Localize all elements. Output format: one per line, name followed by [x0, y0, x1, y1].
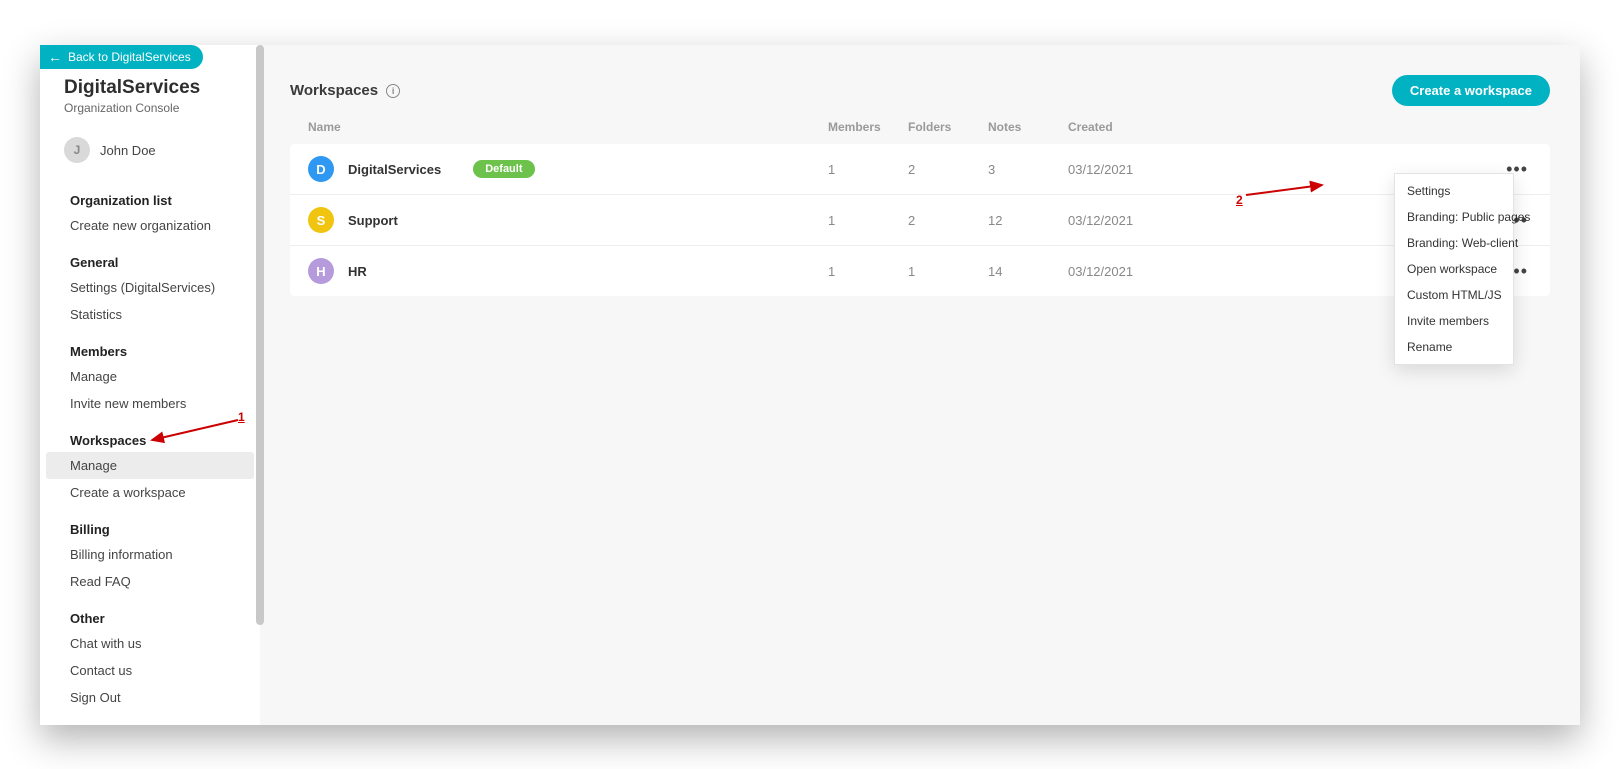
workspace-name: Support [348, 213, 398, 228]
nav-item[interactable]: Manage [46, 452, 254, 479]
created-cell: 03/12/2021 [1068, 213, 1238, 228]
members-cell: 1 [828, 213, 908, 228]
org-name: DigitalServices [64, 77, 246, 99]
workspace-name: HR [348, 264, 367, 279]
back-button-label: Back to DigitalServices [68, 50, 191, 64]
menu-item[interactable]: Settings [1395, 178, 1513, 204]
created-cell: 03/12/2021 [1068, 264, 1238, 279]
col-folders: Folders [908, 120, 988, 134]
name-cell: D DigitalServices Default [308, 156, 828, 182]
arrow-left-icon: ← [48, 50, 62, 64]
table-row[interactable]: DDigitalServicesDefault12303/12/2021••• [290, 144, 1550, 195]
menu-item[interactable]: Branding: Public pages [1395, 204, 1513, 230]
members-cell: 1 [828, 264, 908, 279]
nav-group: BillingBilling informationRead FAQ [46, 516, 254, 595]
main-header: Workspaces i Create a workspace [290, 75, 1550, 106]
nav-heading: Organization list [46, 187, 254, 212]
nav-item[interactable]: Statistics [46, 301, 254, 328]
nav-heading: Members [46, 338, 254, 363]
current-user[interactable]: J John Doe [40, 123, 260, 177]
workspace-avatar: S [308, 207, 334, 233]
col-created: Created [1068, 120, 1238, 134]
workspace-avatar: D [308, 156, 334, 182]
page-title: Workspaces [290, 82, 378, 99]
nav-heading: Billing [46, 516, 254, 541]
folders-cell: 1 [908, 264, 988, 279]
nav-item[interactable]: Sign Out [46, 684, 254, 711]
avatar: J [64, 137, 90, 163]
nav-item[interactable]: Create a workspace [46, 479, 254, 506]
org-header: DigitalServices Organization Console [40, 77, 260, 123]
default-badge: Default [473, 160, 534, 178]
nav-group: Organization listCreate new organization [46, 187, 254, 239]
nav-heading: Other [46, 605, 254, 630]
notes-cell: 14 [988, 264, 1068, 279]
nav-group: GeneralSettings (DigitalServices)Statist… [46, 249, 254, 328]
nav-item[interactable]: Contact us [46, 657, 254, 684]
table-row[interactable]: SSupport121203/12/2021••• [290, 195, 1550, 246]
folders-cell: 2 [908, 162, 988, 177]
org-subtitle: Organization Console [64, 101, 246, 115]
col-notes: Notes [988, 120, 1068, 134]
nav-item[interactable]: Invite new members [46, 390, 254, 417]
menu-item[interactable]: Open workspace [1395, 256, 1513, 282]
folders-cell: 2 [908, 213, 988, 228]
name-cell: H HR [308, 258, 828, 284]
nav-item[interactable]: Settings (DigitalServices) [46, 274, 254, 301]
nav-item[interactable]: Billing information [46, 541, 254, 568]
user-name: John Doe [100, 143, 156, 158]
workspace-name: DigitalServices [348, 162, 441, 177]
col-name: Name [308, 120, 828, 134]
created-cell: 03/12/2021 [1068, 162, 1238, 177]
col-members: Members [828, 120, 908, 134]
info-icon[interactable]: i [386, 84, 400, 98]
table-row[interactable]: HHR111403/12/2021••• [290, 246, 1550, 296]
scrollbar-thumb[interactable] [256, 45, 264, 625]
nav-item[interactable]: Chat with us [46, 630, 254, 657]
sidebar-scrollbar[interactable] [256, 45, 264, 725]
app-frame: ← Back to DigitalServices DigitalService… [40, 45, 1580, 725]
workspace-avatar: H [308, 258, 334, 284]
notes-cell: 12 [988, 213, 1068, 228]
members-cell: 1 [828, 162, 908, 177]
nav-group: WorkspacesManageCreate a workspace [46, 427, 254, 506]
sidebar: ← Back to DigitalServices DigitalService… [40, 45, 260, 725]
create-workspace-button[interactable]: Create a workspace [1392, 75, 1550, 106]
nav-group: OtherChat with usContact usSign Out [46, 605, 254, 711]
name-cell: S Support [308, 207, 828, 233]
menu-item[interactable]: Branding: Web-client [1395, 230, 1513, 256]
workspaces-table: Name Members Folders Notes Created D Digi… [290, 120, 1550, 296]
sidebar-nav: Organization listCreate new organization… [40, 177, 260, 731]
menu-item[interactable]: Rename [1395, 334, 1513, 360]
page-title-wrap: Workspaces i [290, 82, 400, 99]
nav-item[interactable]: Create new organization [46, 212, 254, 239]
nav-item[interactable]: Read FAQ [46, 568, 254, 595]
menu-item[interactable]: Custom HTML/JS [1395, 282, 1513, 308]
nav-item[interactable]: Manage [46, 363, 254, 390]
nav-heading: Workspaces [46, 427, 254, 452]
main-content: Workspaces i Create a workspace Name Mem… [260, 45, 1580, 725]
nav-group: MembersManageInvite new members [46, 338, 254, 417]
back-button[interactable]: ← Back to DigitalServices [40, 45, 203, 69]
menu-item[interactable]: Invite members [1395, 308, 1513, 334]
table-header: Name Members Folders Notes Created [290, 120, 1550, 144]
nav-heading: General [46, 249, 254, 274]
create-workspace-label: Create a workspace [1410, 83, 1532, 98]
notes-cell: 3 [988, 162, 1068, 177]
table-body: DDigitalServicesDefault12303/12/2021•••S… [290, 144, 1550, 296]
row-actions-menu[interactable]: SettingsBranding: Public pagesBranding: … [1394, 173, 1514, 365]
